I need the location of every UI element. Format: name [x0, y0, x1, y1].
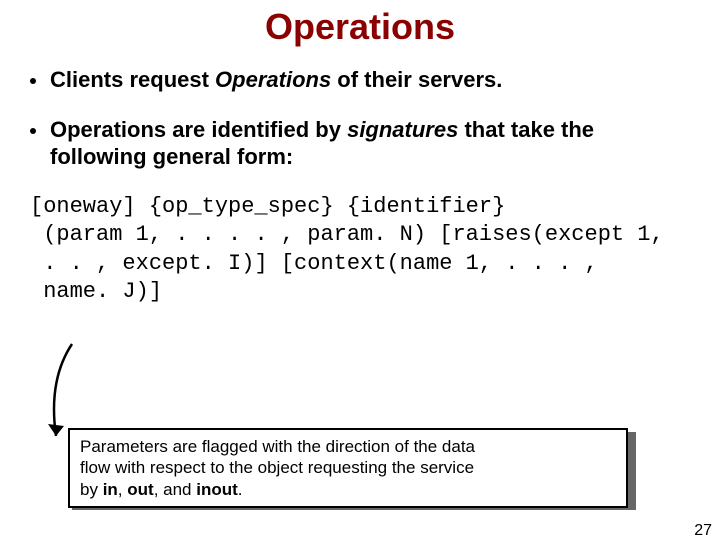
text-run: .: [238, 480, 243, 499]
bullet-text: Clients request Operations of their serv…: [50, 66, 502, 94]
text-run: Operations are identified by: [50, 117, 347, 142]
text-run: Clients request: [50, 67, 215, 92]
text-em: signatures: [347, 117, 458, 142]
bullet-list: Clients request Operations of their serv…: [0, 66, 720, 171]
callout-content: Parameters are flagged with the directio…: [68, 428, 628, 508]
text-run: Parameters are flagged with the directio…: [80, 437, 475, 456]
kw-inout: inout: [196, 480, 238, 499]
bullet-text: Operations are identified by signatures …: [50, 116, 694, 171]
text-run: by: [80, 480, 103, 499]
text-run: ,: [118, 480, 127, 499]
kw-out: out: [127, 480, 153, 499]
slide: Operations Clients request Operations of…: [0, 6, 720, 540]
callout-box: Parameters are flagged with the directio…: [68, 428, 628, 508]
kw-in: in: [103, 480, 118, 499]
text-run: , and: [154, 480, 197, 499]
text-em: Operations: [215, 67, 331, 92]
page-number: 27: [694, 522, 712, 540]
bullet-dot-icon: [30, 78, 36, 84]
bullet-dot-icon: [30, 128, 36, 134]
slide-title: Operations: [0, 6, 720, 48]
signature-block: [oneway] {op_type_spec} {identifier} (pa…: [0, 193, 720, 307]
text-run: flow with respect to the object requesti…: [80, 458, 474, 477]
bullet-item: Clients request Operations of their serv…: [30, 66, 694, 94]
bullet-item: Operations are identified by signatures …: [30, 116, 694, 171]
text-run: of their servers.: [331, 67, 502, 92]
